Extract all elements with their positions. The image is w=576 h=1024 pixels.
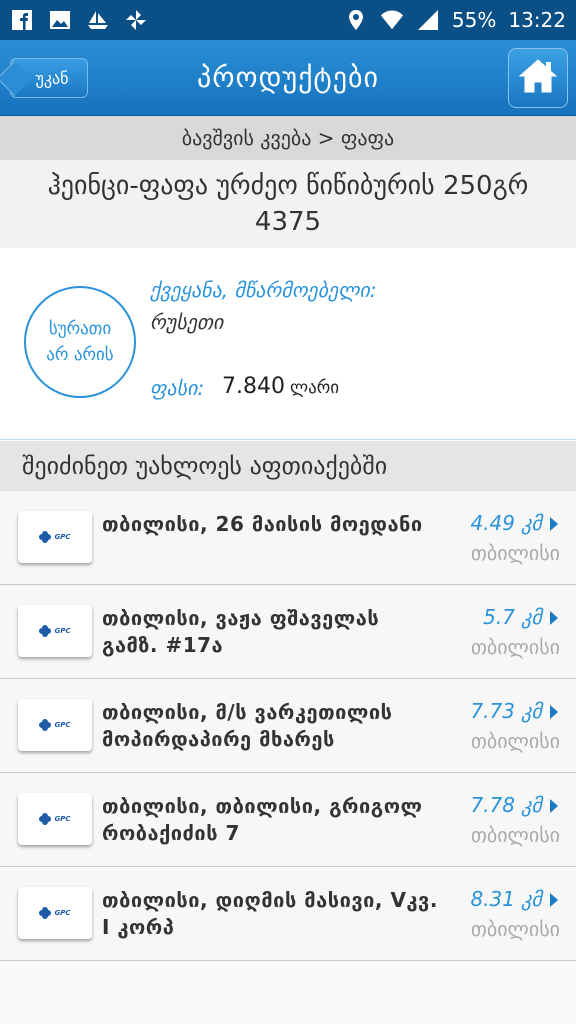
- back-button-label: უკან: [35, 68, 69, 88]
- pharmacy-logo: GPC: [18, 887, 92, 939]
- facebook-icon: [10, 8, 34, 32]
- status-bar: 55% 13:22: [0, 0, 576, 40]
- price-label: ფასი:: [150, 376, 205, 400]
- list-item[interactable]: GPC თბილისი, 26 მაისის მოედანი 4.49 კმ თ…: [0, 491, 576, 585]
- pharmacy-city: თბილისი: [470, 917, 560, 941]
- pharmacy-logo: GPC: [18, 793, 92, 845]
- battery-level: 55%: [451, 8, 497, 32]
- pharmacy-address: თბილისი, მ/ს ვარკეთილის მოპირდაპირე მხარ…: [102, 700, 393, 751]
- gpc-logo-icon: [39, 813, 52, 825]
- back-button[interactable]: უკან: [10, 58, 88, 98]
- chevron-right-icon: [550, 799, 558, 813]
- page-title: პროდუქტები: [197, 61, 379, 94]
- wifi-icon: [380, 8, 404, 32]
- gpc-logo-icon: [39, 625, 52, 637]
- pharmacy-city: თბილისი: [470, 541, 560, 565]
- breadcrumb: ბავშვის კვება > ფაფა: [0, 116, 576, 160]
- boat-icon: [86, 8, 110, 32]
- pharmacy-address: თბილისი, 26 მაისის მოედანი: [102, 512, 423, 536]
- chevron-right-icon: [550, 517, 558, 531]
- location-icon: [344, 8, 368, 32]
- pharmacy-logo: GPC: [18, 511, 92, 563]
- app-bar: უკან პროდუქტები: [0, 40, 576, 116]
- pharmacy-logo: GPC: [18, 605, 92, 657]
- country-label: ქვეყანა, მწარმოებელი:: [150, 278, 377, 302]
- pharmacy-distance: 7.78 კმ: [470, 793, 542, 817]
- signal-icon: [416, 8, 440, 32]
- logo-text: GPC: [54, 909, 71, 917]
- list-item[interactable]: GPC თბილისი, ვაჟა ფშაველას გამზ. #17ა 5.…: [0, 585, 576, 679]
- list-item[interactable]: GPC თბილისი, მ/ს ვარკეთილის მოპირდაპირე …: [0, 679, 576, 773]
- pharmacy-distance: 5.7 კმ: [483, 605, 542, 629]
- pharmacy-address: თბილისი, თბილისი, გრიგოლ რობაქიძის 7: [102, 794, 423, 845]
- no-image-placeholder: სურათი არ არის: [24, 286, 136, 398]
- gpc-logo-icon: [39, 907, 52, 919]
- product-title: ჰეინცი-ფაფა ურძეო წიწიბურის 250გრ 4375: [0, 160, 576, 248]
- logo-text: GPC: [54, 815, 71, 823]
- pharmacy-logo: GPC: [18, 699, 92, 751]
- no-image-text-line2: არ არის: [46, 345, 114, 365]
- logo-text: GPC: [54, 533, 71, 541]
- home-icon: [518, 57, 558, 99]
- logo-text: GPC: [54, 627, 71, 635]
- pharmacy-address: თბილისი, დიღმის მასივი, Vკვ. I კორპ: [102, 888, 438, 939]
- price-currency: ლარი: [290, 378, 340, 398]
- section-header: შეიძინეთ უახლოეს აფთიაქებში: [0, 441, 576, 491]
- country-value: რუსეთი: [150, 310, 224, 334]
- gpc-logo-icon: [39, 719, 52, 731]
- chevron-right-icon: [550, 705, 558, 719]
- pinwheel-icon: [124, 8, 148, 32]
- gallery-icon: [48, 8, 72, 32]
- list-item[interactable]: GPC თბილისი, თბილისი, გრიგოლ რობაქიძის 7…: [0, 773, 576, 867]
- pharmacy-city: თბილისი: [470, 823, 560, 847]
- list-item[interactable]: GPC თბილისი, დიღმის მასივი, Vკვ. I კორპ …: [0, 867, 576, 961]
- price-value: 7.840: [222, 374, 285, 399]
- product-info: სურათი არ არის ქვეყანა, მწარმოებელი: რუს…: [0, 248, 576, 440]
- no-image-text-line1: სურათი: [48, 319, 112, 339]
- pharmacy-city: თბილისი: [470, 729, 560, 753]
- pharmacy-list: GPC თბილისი, 26 მაისის მოედანი 4.49 კმ თ…: [0, 491, 576, 961]
- chevron-right-icon: [550, 611, 558, 625]
- home-button[interactable]: [508, 48, 568, 108]
- clock: 13:22: [508, 8, 566, 32]
- pharmacy-distance: 7.73 კმ: [470, 699, 542, 723]
- pharmacy-address: თბილისი, ვაჟა ფშაველას გამზ. #17ა: [102, 606, 380, 657]
- pharmacy-city: თბილისი: [470, 635, 560, 659]
- chevron-right-icon: [550, 893, 558, 907]
- pharmacy-distance: 4.49 კმ: [470, 511, 542, 535]
- logo-text: GPC: [54, 721, 71, 729]
- pharmacy-distance: 8.31 კმ: [470, 887, 542, 911]
- gpc-logo-icon: [39, 531, 52, 543]
